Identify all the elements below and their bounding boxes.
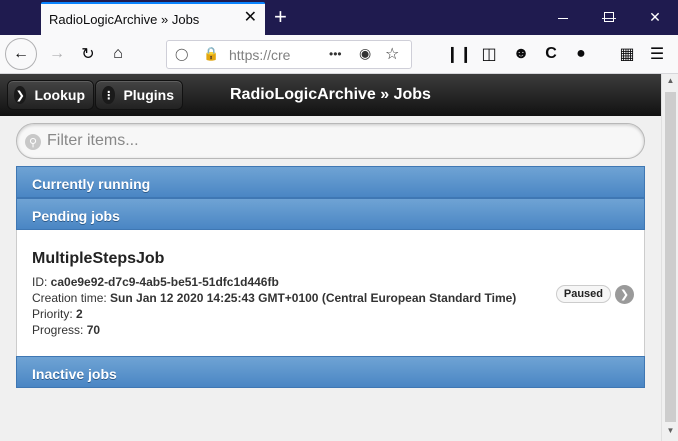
scroll-up-arrow-icon[interactable]: ▲ (662, 76, 678, 90)
tab-title: RadioLogicArchive » Jobs (49, 12, 200, 27)
section-currently-running: Currently running (16, 166, 645, 198)
close-window-icon[interactable]: ✕ (632, 0, 678, 35)
plugins-label: Plugins (123, 87, 174, 103)
home-icon[interactable]: ⌂ (105, 41, 131, 67)
library-icon[interactable]: ❙❙ (446, 41, 473, 67)
browser-titlebar: RadioLogicArchive » Jobs ✕ + — ✕ (0, 0, 678, 35)
scrollbar-thumb[interactable] (665, 92, 676, 422)
lock-icon[interactable]: 🔒 (203, 46, 219, 62)
job-item[interactable]: MultipleStepsJob ID: ca0e9e92-d7c9-4ab5-… (16, 230, 645, 356)
main-content: ⚲ Currently running Pending jobs Multipl… (0, 116, 661, 441)
new-tab-button[interactable]: + (274, 6, 287, 28)
page-actions-icon[interactable]: ••• (329, 47, 342, 61)
url-bar[interactable]: ◯ 🔒 https://cre ••• ◉ ☆ (166, 40, 412, 69)
job-priority: 2 (76, 307, 83, 321)
forward-arrow-icon[interactable]: → (44, 41, 70, 67)
minimize-icon-real[interactable] (540, 0, 586, 35)
job-progress-line: Progress: 70 (32, 322, 629, 338)
job-creation-label: Creation time: (32, 291, 111, 305)
back-arrow-icon[interactable]: ← (5, 38, 37, 70)
job-priority-label: Priority: (32, 307, 77, 321)
job-list: Currently running Pending jobs MultipleS… (16, 166, 645, 388)
chevron-right-icon[interactable]: ❯ (615, 285, 634, 304)
menu-icon[interactable]: ☰ (644, 41, 670, 67)
section-pending-jobs: Pending jobs (16, 198, 645, 230)
job-progress-label: Progress: (32, 323, 87, 337)
job-creation-time: Sun Jan 12 2020 14:25:43 GMT+0100 (Centr… (110, 291, 517, 305)
shield-icon[interactable]: ◯ (175, 47, 188, 61)
account-icon[interactable]: ☻ (508, 41, 534, 67)
section-inactive-jobs: Inactive jobs (16, 356, 645, 388)
bookmark-star-icon[interactable]: ☆ (385, 44, 399, 64)
scrollbar[interactable]: ▲ ▼ (661, 74, 678, 441)
search-icon: ⚲ (25, 134, 41, 150)
pocket-icon[interactable]: ◉ (359, 45, 371, 62)
reload-icon[interactable]: ↻ (75, 41, 101, 67)
chevron-right-icon: ❯ (14, 86, 27, 104)
extensions-icon[interactable]: ▦ (614, 41, 640, 67)
browser-tab[interactable]: RadioLogicArchive » Jobs ✕ (41, 2, 265, 35)
browser-navbar: ← → ↻ ⌂ ◯ 🔒 https://cre ••• ◉ ☆ ❙❙ ◫ ☻ C… (0, 35, 678, 74)
lookup-label: Lookup (34, 87, 85, 103)
extension-circles-icon[interactable]: ● (568, 41, 594, 67)
job-name: MultipleStepsJob (32, 250, 165, 267)
close-tab-icon[interactable]: ✕ (244, 10, 257, 26)
lookup-button[interactable]: ❯ Lookup (7, 80, 94, 110)
scroll-down-arrow-icon[interactable]: ▼ (662, 426, 678, 440)
maximize-icon[interactable] (586, 0, 632, 35)
filter-bar: ⚲ (16, 123, 645, 159)
page-title: RadioLogicArchive » Jobs (230, 86, 431, 103)
job-creation-line: Creation time: Sun Jan 12 2020 14:25:43 … (32, 290, 629, 306)
status-badge: Paused (555, 285, 611, 303)
grid-icon: ⋮ (102, 86, 116, 104)
job-progress: 70 (86, 323, 101, 337)
sidebar-icon[interactable]: ◫ (476, 41, 502, 67)
job-id-label: ID: (32, 275, 51, 289)
extension-c-icon[interactable]: C (538, 41, 564, 67)
job-priority-line: Priority: 2 (32, 306, 629, 322)
job-id: ca0e9e92-d7c9-4ab5-be51-51dfc1d446fb (50, 275, 279, 289)
job-id-line: ID: ca0e9e92-d7c9-4ab5-be51-51dfc1d446fb (32, 274, 629, 290)
plugins-button[interactable]: ⋮ Plugins (95, 80, 183, 110)
app-header: ❯ Lookup ⋮ Plugins RadioLogicArchive » J… (0, 74, 661, 116)
url-text: https://cre (229, 47, 291, 63)
filter-input[interactable] (47, 130, 627, 152)
